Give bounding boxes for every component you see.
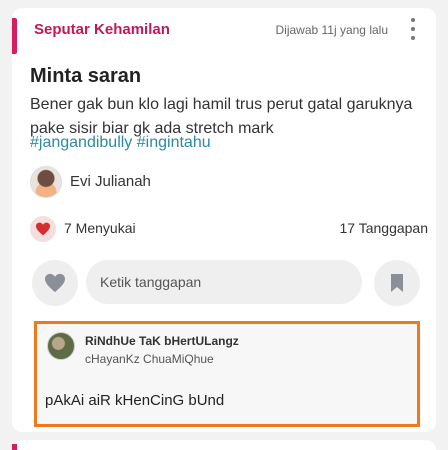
kebab-menu-icon[interactable] <box>410 18 416 40</box>
reply-text: pAkAi aiR kHenCinG bUnd <box>45 392 225 409</box>
category-label[interactable]: Seputar Kehamilan <box>34 21 170 38</box>
answered-timestamp: Dijawab 11j yang lalu <box>275 23 388 37</box>
reply-author-subtitle: cHayanKz ChuaMiQhue <box>85 352 214 366</box>
top-reply[interactable]: RiNdhUe TaK bHertULangz cHayanKz ChuaMiQ… <box>34 321 420 427</box>
author-name[interactable]: Evi Julianah <box>70 173 151 190</box>
post-title: Minta saran <box>30 65 142 87</box>
author-avatar[interactable] <box>30 166 62 198</box>
reply-input[interactable] <box>86 260 362 304</box>
reply-author-name[interactable]: RiNdhUe TaK bHertULangz <box>85 334 239 348</box>
heart-outline-icon <box>45 273 65 293</box>
like-count[interactable]: 7 Menyukai <box>64 220 136 236</box>
category-accent-bar <box>12 18 17 54</box>
like-button[interactable] <box>32 260 78 306</box>
reply-avatar[interactable] <box>47 332 75 360</box>
question-card[interactable]: Seputar Kehamilan Dijawab 11j yang lalu … <box>12 8 436 432</box>
category-accent-bar <box>12 444 17 450</box>
bookmark-button[interactable] <box>374 260 420 306</box>
hashtag-link[interactable]: #ingintahu <box>137 134 211 151</box>
response-count[interactable]: 17 Tanggapan <box>340 220 429 236</box>
hashtag-link[interactable]: #jangandibully <box>30 134 132 151</box>
next-card-peek <box>12 440 436 450</box>
heart-icon[interactable] <box>30 216 56 242</box>
bookmark-icon <box>391 274 403 292</box>
hashtags: #jangandibully #ingintahu <box>30 134 211 152</box>
